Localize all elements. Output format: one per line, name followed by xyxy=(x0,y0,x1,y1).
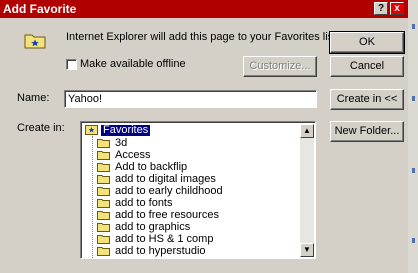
folder-icon xyxy=(97,223,110,232)
folder-tree[interactable]: Favorites 3d Access Add to backflip add … xyxy=(80,121,316,259)
folder-icon xyxy=(97,139,110,148)
create-in-label: Create in: xyxy=(17,122,65,134)
tree-scrollbar[interactable]: ▲ ▼ xyxy=(300,124,314,257)
tree-root-label: Favorites xyxy=(101,124,151,136)
make-offline-checkbox[interactable] xyxy=(66,59,77,70)
favorites-folder-icon xyxy=(24,34,46,49)
favorites-root-icon xyxy=(85,125,98,135)
dialog-message: Internet Explorer will add this page to … xyxy=(66,31,340,43)
title-bar[interactable]: Add Favorite ? x xyxy=(0,0,408,18)
folder-label: add to hyperstudio xyxy=(115,245,206,257)
folder-label: add to free resources xyxy=(115,209,219,221)
folder-icon xyxy=(97,151,110,160)
dialog-title: Add Favorite xyxy=(3,2,77,16)
close-button[interactable]: x xyxy=(390,2,404,15)
name-label: Name: xyxy=(17,92,50,104)
add-favorite-dialog: Add Favorite ? x Internet Explorer will … xyxy=(0,0,408,273)
background-window-edge xyxy=(408,0,418,273)
folder-label: add to fonts xyxy=(115,197,173,209)
name-input[interactable] xyxy=(64,90,317,108)
new-folder-button[interactable]: New Folder... xyxy=(330,121,404,142)
folder-label: 3d xyxy=(115,137,128,149)
help-button[interactable]: ? xyxy=(374,2,388,15)
ok-button[interactable]: OK xyxy=(329,31,405,54)
folder-icon xyxy=(97,211,110,220)
folder-icon xyxy=(97,235,110,244)
folder-label: add to graphics xyxy=(115,221,191,233)
customize-button[interactable]: Customize... xyxy=(243,56,317,77)
folder-icon xyxy=(97,175,110,184)
folder-icon xyxy=(97,163,110,172)
scroll-down-icon[interactable]: ▼ xyxy=(300,243,314,257)
create-in-button[interactable]: Create in << xyxy=(330,89,404,110)
folder-icon xyxy=(97,247,110,256)
folder-label: Add to backflip xyxy=(115,161,188,173)
folder-icon xyxy=(97,199,110,208)
folder-label: add to early childhood xyxy=(115,185,223,197)
folder-label: add to HS & 1 comp xyxy=(115,233,214,245)
make-offline-label[interactable]: Make available offline xyxy=(80,58,186,70)
folder-icon xyxy=(97,187,110,196)
folder-label: add to digital images xyxy=(115,173,216,185)
scroll-up-icon[interactable]: ▲ xyxy=(300,124,314,138)
cancel-button[interactable]: Cancel xyxy=(330,56,404,77)
folder-label: Access xyxy=(115,149,151,161)
tree-connector-line xyxy=(92,136,93,258)
